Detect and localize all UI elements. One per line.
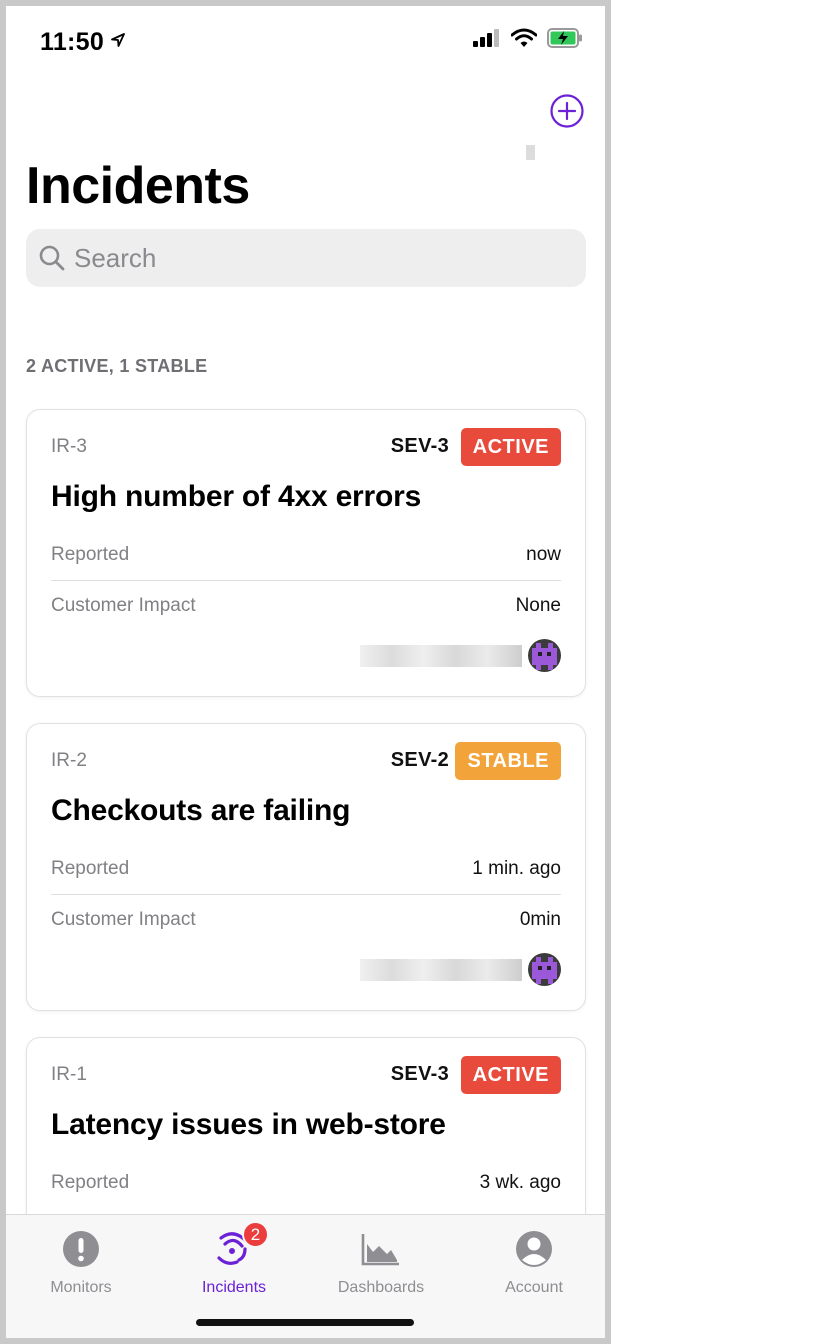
impact-label: Customer Impact [51,595,196,616]
status-time: 11:50 [40,26,126,57]
redacted-reporter-name [360,958,522,981]
search-icon [39,245,65,271]
tab-label: Monitors [50,1279,112,1296]
tab-label: Dashboards [337,1279,425,1296]
search-bar[interactable] [26,229,586,287]
person-circle-icon [516,1231,552,1267]
severity-label: SEV-2 [390,749,449,771]
status-time-text: 11:50 [40,28,105,56]
incidents-badge: 2 [242,1221,269,1248]
severity-label: SEV-3 [390,435,449,457]
reported-value: now [526,544,561,565]
incident-id: IR-1 [51,1064,87,1085]
tab-label: Account [505,1279,563,1296]
status-badge: ACTIVE [460,428,561,466]
tab-label: Incidents [201,1279,267,1296]
impact-label: Customer Impact [51,909,196,930]
incident-id: IR-2 [51,750,87,771]
reported-label: Reported [51,1172,130,1193]
incident-id: IR-3 [51,436,87,457]
page-title: Incidents [26,157,250,215]
impact-row: Customer Impact 0min [51,895,561,945]
redacted-mark [526,145,535,160]
tab-monitors[interactable]: Monitors [6,1225,156,1297]
reported-label: Reported [51,858,130,879]
impact-value: None [515,595,561,616]
reported-value: 3 wk. ago [479,1172,561,1193]
reported-row: Reported 1 min. ago [51,844,561,894]
incident-title: Latency issues in web-store [51,1108,446,1141]
battery-charging-icon [547,28,583,53]
phone-frame: 11:50 Incidents Search 2 ACTIVE, 1 STABL… [0,0,611,1344]
screen: 11:50 Incidents Search 2 ACTIVE, 1 STABL… [6,6,605,1338]
add-incident-button[interactable] [550,94,584,128]
cellular-signal-icon [473,29,501,52]
reported-row: Reported now [51,530,561,580]
impact-value: 0min [519,909,561,930]
tab-account[interactable]: Account [459,1225,605,1297]
home-indicator [196,1319,414,1326]
tab-dashboards[interactable]: Dashboards [306,1225,456,1297]
area-chart-icon [361,1234,399,1266]
incident-title: Checkouts are failing [51,794,351,827]
reporter [360,953,561,986]
incident-title: High number of 4xx errors [51,480,422,513]
incident-summary: 2 ACTIVE, 1 STABLE [26,356,208,376]
severity-label: SEV-3 [390,1063,449,1085]
exclamation-circle-icon [63,1231,99,1267]
redacted-reporter-name [360,644,522,667]
tab-incidents[interactable]: 2 Incidents [159,1221,309,1297]
reported-value: 1 min. ago [472,858,561,879]
location-arrow-icon [110,26,126,55]
search-input[interactable] [74,242,554,274]
incident-card[interactable]: IR-2 SEV-2 STABLE Checkouts are failing … [26,723,586,1011]
avatar [528,953,561,986]
incident-card[interactable]: IR-3 SEV-3 ACTIVE High number of 4xx err… [26,409,586,697]
status-badge: ACTIVE [460,1056,561,1094]
plus-circle-icon [550,94,584,128]
wifi-icon [510,28,538,53]
reported-label: Reported [51,544,130,565]
reported-row: Reported 3 wk. ago [51,1158,561,1208]
status-badge: STABLE [455,742,561,780]
avatar [528,639,561,672]
impact-row: Customer Impact None [51,581,561,631]
status-icons [473,28,583,53]
reporter [360,639,561,672]
